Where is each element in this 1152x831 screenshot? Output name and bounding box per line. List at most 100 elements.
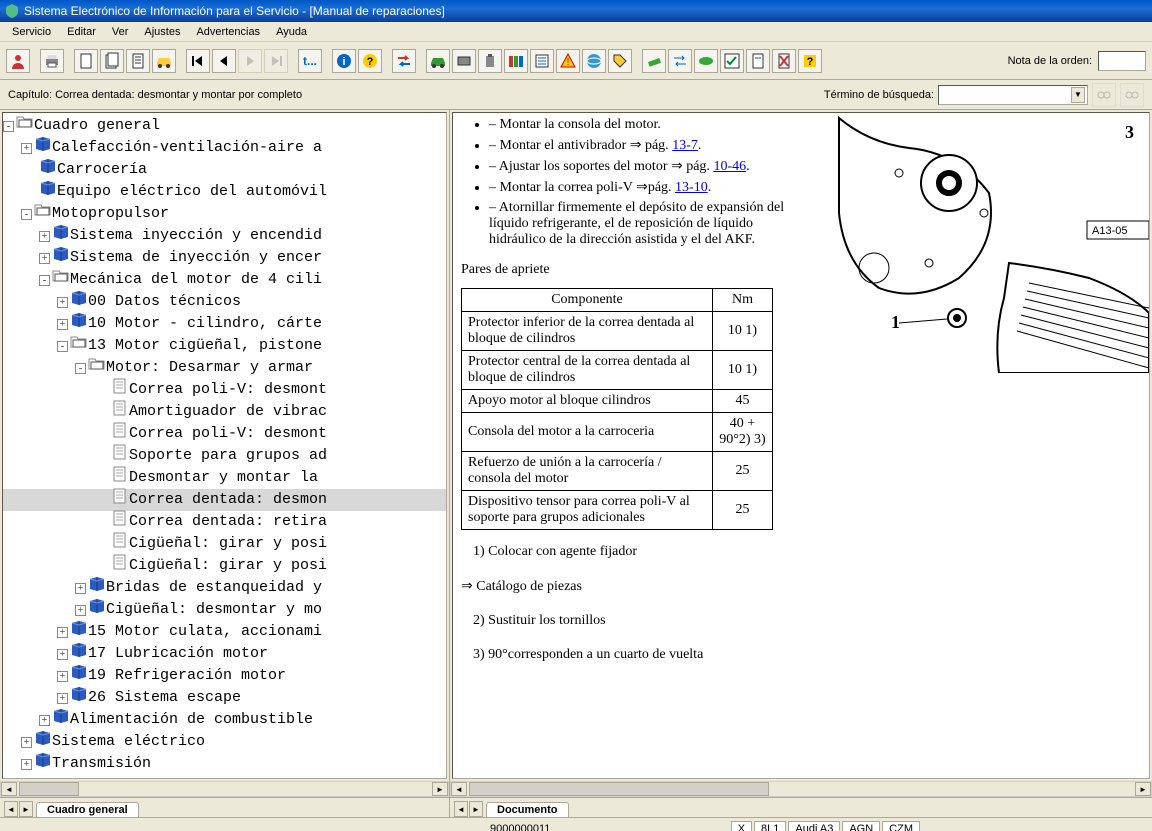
tree-node[interactable]: -Motopropulsor [3,203,446,225]
left-hscroll[interactable]: ◄ ► [0,781,449,797]
menu-ver[interactable]: Ver [104,24,137,40]
tree-toggle-icon[interactable]: - [21,209,32,220]
menu-editar[interactable]: Editar [59,24,104,40]
hscroll-thumb[interactable] [19,782,79,796]
engine-icon[interactable] [452,49,476,73]
tree-node[interactable]: +Sistema de inyección y encer [3,247,446,269]
hscroll-left-icon[interactable]: ◄ [1,782,17,796]
tree-node[interactable]: Carrocería [3,159,446,181]
tree-toggle-icon[interactable]: + [21,737,32,748]
rhscroll-left-icon[interactable]: ◄ [451,782,467,796]
tab-documento[interactable]: Documento [486,802,569,817]
last-icon[interactable] [264,49,288,73]
help-icon[interactable]: ? [358,49,382,73]
tree-toggle-icon[interactable]: + [21,143,32,154]
check-icon[interactable] [720,49,744,73]
search-next-icon[interactable] [1092,83,1116,107]
car-icon[interactable] [152,49,176,73]
tree-toggle-icon[interactable]: + [57,319,68,330]
tree-toggle-icon[interactable]: + [39,253,50,264]
menu-ayuda[interactable]: Ayuda [268,24,315,40]
page-link[interactable]: 13-10 [675,180,708,195]
tree-icon[interactable]: t... [298,49,322,73]
next-icon[interactable] [238,49,262,73]
search-combo[interactable]: ▼ [938,85,1088,105]
tree-toggle-icon[interactable]: + [39,231,50,242]
del-icon[interactable] [772,49,796,73]
doc1-icon[interactable] [74,49,98,73]
tree-node[interactable]: +Sistema inyección y encendid [3,225,446,247]
tree-node[interactable]: Correa poli-V: desmont [3,379,446,401]
tree-toggle-icon[interactable]: + [57,671,68,682]
oval-icon[interactable] [694,49,718,73]
tree-node[interactable]: -13 Motor cigüeñal, pistone [3,335,446,357]
tree-toggle-icon[interactable]: + [21,759,32,770]
globe-icon[interactable] [582,49,606,73]
rtab-nav-left-icon[interactable]: ◄ [454,801,468,817]
tree-node[interactable]: +10 Motor - cilindro, cárte [3,313,446,335]
hscroll-right-icon[interactable]: ► [432,782,448,796]
tree-node[interactable]: -Cuadro general [3,115,446,137]
tree-node[interactable]: +19 Refrigeración motor [3,665,446,687]
tree-node[interactable]: +00 Datos técnicos [3,291,446,313]
tree-node[interactable]: +Alimentación de combustible [3,709,446,731]
print-icon[interactable] [40,49,64,73]
car2-icon[interactable] [426,49,450,73]
prev-icon[interactable] [212,49,236,73]
tree-node[interactable]: +Bridas de estanqueidad y [3,577,446,599]
tree-toggle-icon[interactable]: + [57,693,68,704]
doc3-icon[interactable] [746,49,770,73]
tree-node[interactable]: +15 Motor culata, accionami [3,621,446,643]
tree-toggle-icon[interactable]: + [57,649,68,660]
menu-servicio[interactable]: Servicio [4,24,59,40]
tree-toggle-icon[interactable]: + [57,627,68,638]
tree-node[interactable]: Desmontar y montar la [3,467,446,489]
order-input[interactable] [1098,51,1146,71]
search-prev-icon[interactable] [1120,83,1144,107]
combo-arrow-icon[interactable]: ▼ [1071,87,1085,103]
tree-node[interactable]: +26 Sistema escape [3,687,446,709]
doc-scroll[interactable]: – Montar la consola del motor.– Montar e… [452,112,1150,779]
tree-node[interactable]: Correa dentada: desmon [3,489,446,511]
warning-icon[interactable]: ! [556,49,580,73]
books-icon[interactable] [504,49,528,73]
tree-toggle-icon[interactable]: + [57,297,68,308]
rhscroll-right-icon[interactable]: ► [1135,782,1151,796]
tab-nav-left-icon[interactable]: ◄ [4,801,18,817]
tree-scroll[interactable]: -Cuadro general+Calefacción-ventilación-… [2,112,447,779]
page-link[interactable]: 10-46 [713,159,746,174]
tree-toggle-icon[interactable]: - [75,363,86,374]
tree-node[interactable]: +Cigüeñal: desmontar y mo [3,599,446,621]
tree-node[interactable]: Soporte para grupos ad [3,445,446,467]
first-icon[interactable] [186,49,210,73]
tree-toggle-icon[interactable]: - [57,341,68,352]
canister-icon[interactable] [478,49,502,73]
eraser-icon[interactable] [642,49,666,73]
tree-toggle-icon[interactable]: + [75,583,86,594]
page-link[interactable]: 13-7 [672,138,698,153]
tab-cuadro[interactable]: Cuadro general [36,802,139,817]
tree-node[interactable]: +Transmisión [3,753,446,775]
tree-node[interactable]: Correa poli-V: desmont [3,423,446,445]
tree-toggle-icon[interactable]: - [39,275,50,286]
rhscroll-thumb[interactable] [469,782,769,796]
tree-node[interactable]: Equipo eléctrico del automóvil [3,181,446,203]
tree-node[interactable]: Amortiguador de vibrac [3,401,446,423]
tree-toggle-icon[interactable]: + [75,605,86,616]
tree-node[interactable]: +Sistema eléctrico [3,731,446,753]
tree-node[interactable]: -Motor: Desarmar y armar [3,357,446,379]
swap-icon[interactable] [392,49,416,73]
tree-toggle-icon[interactable]: + [39,715,50,726]
right-hscroll[interactable]: ◄ ► [450,781,1152,797]
worker-icon[interactable] [6,49,30,73]
menu-advertencias[interactable]: Advertencias [188,24,268,40]
tree-node[interactable]: Correa dentada: retira [3,511,446,533]
doc2-icon[interactable] [100,49,124,73]
tree-node[interactable]: Cigüeñal: girar y posi [3,533,446,555]
help2-icon[interactable]: ? [798,49,822,73]
tag-icon[interactable] [608,49,632,73]
menu-ajustes[interactable]: Ajustes [136,24,188,40]
tree-toggle-icon[interactable]: - [3,121,14,132]
list-icon[interactable] [530,49,554,73]
swap2-icon[interactable] [668,49,692,73]
